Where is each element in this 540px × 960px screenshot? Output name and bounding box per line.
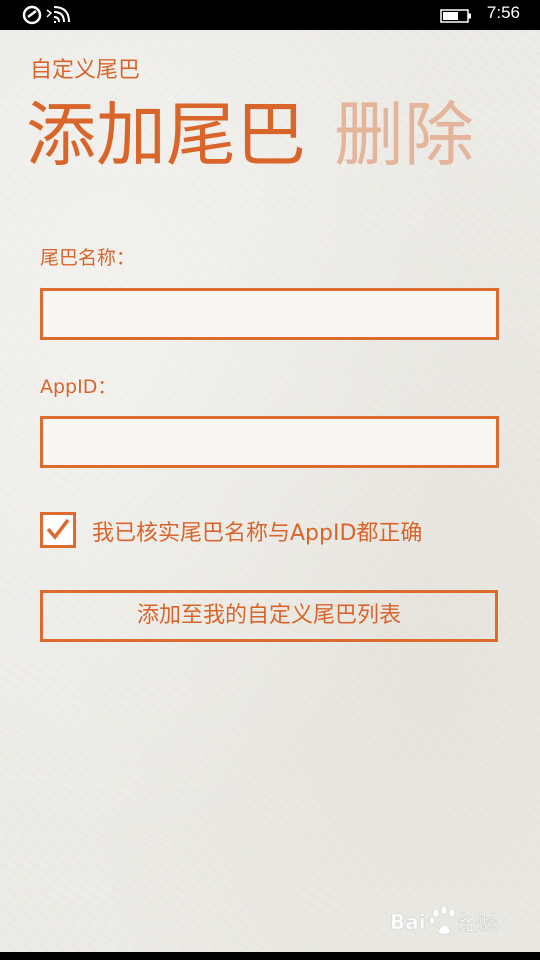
appid-label: AppID： <box>40 376 117 398</box>
battery-icon <box>440 8 472 28</box>
app-screen: 自定义尾巴 添加尾巴 删除 尾巴名称： AppID： 我已核实尾巴名称与AppID… <box>0 30 540 952</box>
tab-delete[interactable]: 删除 <box>334 90 474 180</box>
status-bar: 7:56 <box>0 0 540 30</box>
status-time: 7:56 <box>486 3 520 22</box>
svg-text:经验: 经验 <box>458 911 498 935</box>
baidu-jingyan-watermark: Bai 经验 <box>388 902 518 942</box>
appid-input[interactable] <box>40 416 499 468</box>
add-to-list-button[interactable]: 添加至我的自定义尾巴列表 <box>40 590 498 642</box>
svg-text:Bai: Bai <box>390 910 426 934</box>
tab-add-tail[interactable]: 添加尾巴 <box>26 90 306 180</box>
app-notification-icon <box>22 5 42 29</box>
confirm-checkbox-label[interactable]: 我已核实尾巴名称与AppID都正确 <box>92 515 422 547</box>
pivot-header: 添加尾巴 删除 <box>26 90 474 180</box>
wifi-icon <box>52 6 72 28</box>
app-title: 自定义尾巴 <box>30 58 141 83</box>
bottom-edge <box>0 952 540 960</box>
confirm-checkbox[interactable] <box>40 512 76 548</box>
tail-name-label: 尾巴名称： <box>40 247 136 269</box>
tail-name-input[interactable] <box>40 288 499 340</box>
